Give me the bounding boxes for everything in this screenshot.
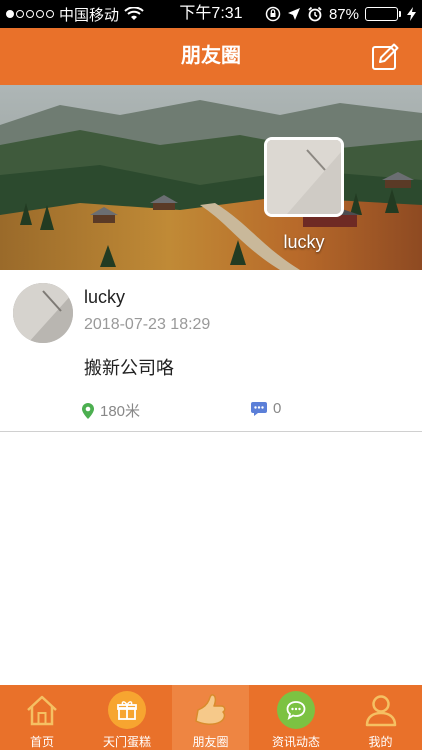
edit-post-button[interactable] [370, 42, 400, 72]
user-icon [362, 691, 400, 729]
tab-mine[interactable]: 我的 [339, 685, 422, 750]
tab-label: 资讯动态 [271, 735, 320, 749]
tab-news[interactable]: 资讯动态 [253, 685, 339, 750]
location-arrow-icon [287, 8, 300, 20]
post-item: lucky 2018-07-23 18:29 搬新公司咯 180米 0 [0, 270, 422, 432]
tab-moments[interactable]: 朋友圈 [172, 685, 249, 750]
tab-label: 天门蛋糕 [102, 735, 151, 749]
post-location: 180米 [82, 400, 140, 421]
charging-bolt-icon [407, 7, 416, 21]
location-pin-icon [82, 402, 94, 419]
tab-label: 我的 [368, 735, 393, 749]
avatar-photo [267, 140, 341, 214]
tab-bar: 首页 天门蛋糕 朋友圈 资讯动态 我的 [0, 685, 422, 750]
comment-count: 0 [273, 400, 282, 417]
battery-percent: 87% [328, 5, 359, 23]
chat-bubble-icon [277, 691, 315, 729]
landscape-image [0, 85, 422, 270]
rotation-lock-icon [265, 6, 281, 22]
tab-label: 首页 [29, 735, 54, 749]
battery-icon [365, 7, 401, 21]
tab-tianmen-cake[interactable]: 天门蛋糕 [84, 685, 170, 750]
cake-box-icon [108, 691, 146, 729]
status-right: 87% [265, 0, 416, 28]
comment-icon [251, 401, 267, 416]
cover-username: lucky [283, 232, 325, 252]
home-icon [23, 691, 61, 729]
nav-bar: 朋友圈 [0, 28, 422, 85]
post-distance: 180米 [100, 403, 141, 420]
cover-image [0, 85, 422, 270]
thumbs-up-icon [192, 691, 230, 729]
cover-avatar[interactable] [264, 137, 344, 217]
avatar-photo [13, 283, 73, 343]
status-bar: 中国移动 下午7:31 87% [0, 0, 422, 28]
post-content: 搬新公司咯 [84, 358, 174, 378]
tab-home[interactable]: 首页 [0, 685, 84, 750]
post-author[interactable]: lucky [84, 287, 125, 308]
tab-label: 朋友圈 [192, 735, 229, 749]
post-comments-button[interactable]: 0 [251, 400, 281, 417]
alarm-icon [308, 6, 322, 22]
page-title: 朋友圈 [181, 45, 241, 67]
post-timestamp: 2018-07-23 18:29 [84, 316, 211, 333]
post-avatar[interactable] [13, 283, 73, 343]
edit-icon [372, 43, 399, 70]
